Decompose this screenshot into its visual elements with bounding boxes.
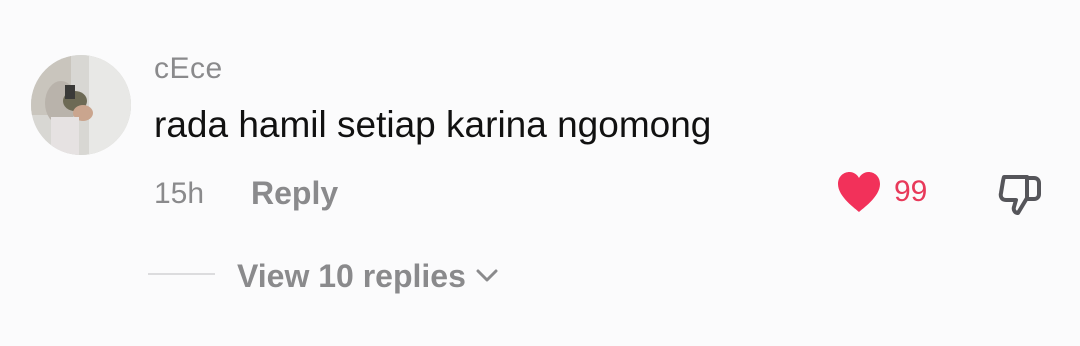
like-count: 99 xyxy=(894,175,928,208)
avatar[interactable] xyxy=(31,55,131,155)
dislike-button[interactable] xyxy=(996,169,1044,217)
view-replies-button[interactable]: View 10 replies xyxy=(237,256,498,296)
replies-divider xyxy=(148,273,215,275)
reply-button[interactable]: Reply xyxy=(251,173,338,213)
comment-text: rada hamil setiap karina ngomong xyxy=(154,104,712,145)
avatar-photo xyxy=(31,55,131,155)
heart-icon xyxy=(838,172,880,212)
comment-timestamp: 15h xyxy=(154,177,205,210)
comment-username[interactable]: cEce xyxy=(154,50,223,88)
chevron-down-icon xyxy=(476,269,498,283)
like-button[interactable]: 99 xyxy=(836,170,927,214)
thumbs-down-icon xyxy=(998,175,1041,215)
view-replies-label: View 10 replies xyxy=(237,258,466,294)
